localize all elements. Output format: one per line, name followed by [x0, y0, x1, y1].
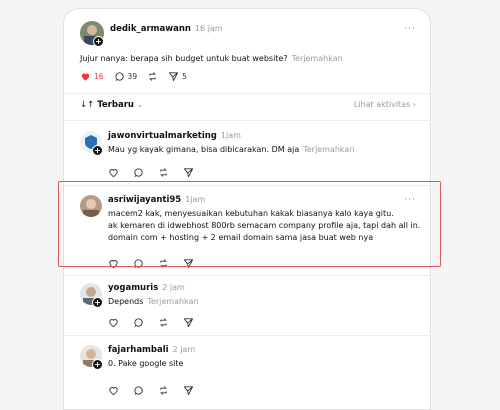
reply-text-line: domain com + hosting + 2 email domain sa… [108, 233, 374, 242]
translate-link[interactable]: Terjemahkan [303, 145, 354, 154]
reply-post: + jawonvirtualmarketing 1jam Mau yg kayak… [64, 127, 430, 187]
heart-icon[interactable] [108, 258, 119, 269]
chevron-right-icon: › [412, 100, 416, 109]
comment-icon [114, 72, 124, 81]
repost-icon[interactable] [158, 258, 169, 269]
view-activity-link[interactable]: Lihat aktivitas › [354, 100, 416, 109]
reply-text: Mau yg kayak gimana, bisa dibicarakan. D… [108, 145, 300, 154]
share-count: 5 [182, 72, 187, 81]
repost-icon[interactable] [158, 385, 169, 396]
username[interactable]: asriwijayanti95 [108, 195, 181, 205]
divider [64, 275, 430, 276]
divider [64, 335, 430, 336]
divider [64, 93, 430, 94]
comment-icon[interactable] [133, 258, 144, 269]
translate-link[interactable]: Terjemahkan [292, 54, 343, 63]
comment-icon[interactable] [133, 385, 144, 396]
username[interactable]: fajarhambali [108, 345, 169, 355]
translate-link[interactable]: Terjemahkan [147, 297, 198, 306]
comment-icon[interactable] [133, 167, 144, 178]
follow-plus-icon[interactable]: + [93, 36, 104, 47]
send-icon[interactable] [183, 167, 194, 178]
comment-button[interactable]: 39 [114, 71, 138, 82]
follow-plus-icon[interactable]: + [92, 297, 103, 308]
follow-plus-icon[interactable]: + [92, 359, 103, 370]
view-activity-label: Lihat aktivitas [353, 100, 411, 109]
chevron-down-icon: ⌄ [136, 101, 143, 109]
send-icon [169, 72, 179, 82]
username[interactable]: dedik_armawann [110, 24, 191, 34]
divider [64, 185, 430, 186]
reply-text-line: macem2 kak, menyesuaikan kebutuhan kakak… [108, 209, 394, 218]
comment-icon[interactable] [133, 317, 144, 328]
comment-count: 39 [127, 72, 138, 81]
heart-icon[interactable] [108, 385, 119, 396]
sort-dropdown[interactable]: ↓↑ Terbaru ⌄ [80, 100, 143, 110]
post-time: 2 jam [172, 345, 196, 354]
post-text: Jujur nanya: berapa sih budget untuk bua… [80, 54, 288, 63]
send-icon[interactable] [183, 385, 194, 396]
repost-icon[interactable] [158, 167, 169, 178]
username[interactable]: jawonvirtualmarketing [108, 131, 217, 141]
send-icon[interactable] [183, 317, 194, 328]
heart-icon [81, 73, 90, 81]
heart-icon[interactable] [108, 167, 119, 178]
reply-post: + yogamuris 2 jam Depends Terjemahkan [64, 279, 430, 335]
main-post: + dedik_armawann 16 jam ··· Jujur nanya: … [64, 9, 430, 99]
reply-text: 0. Pake google site [108, 359, 184, 368]
follow-plus-icon[interactable]: + [92, 145, 103, 156]
post-time: 1jam [185, 195, 206, 204]
post-time: 16 jam [194, 24, 223, 33]
reply-text: Depends [108, 297, 144, 306]
reply-text-line: ak kemaren di idwebhost 800rb semacam co… [108, 221, 421, 230]
sort-icon: ↓↑ [80, 100, 95, 110]
divider [64, 120, 430, 121]
post-time: 2 jam [162, 283, 185, 292]
like-button[interactable]: 16 [80, 71, 104, 82]
repost-button[interactable] [147, 71, 158, 82]
username[interactable]: yogamuris [108, 283, 158, 293]
sort-label: Terbaru [97, 100, 134, 110]
like-count: 16 [94, 72, 104, 81]
more-options-icon[interactable]: ··· [404, 24, 416, 34]
reply-post: + fajarhambali 2 jam 0. Pake google site [64, 339, 430, 409]
repost-icon[interactable] [158, 317, 169, 328]
repost-icon [149, 72, 156, 81]
share-button[interactable]: 5 [168, 71, 187, 82]
avatar[interactable] [80, 195, 102, 217]
thread-card: + dedik_armawann 16 jam ··· Jujur nanya: … [63, 8, 431, 410]
post-time: 1jam [220, 131, 241, 140]
reply-post: asriwijayanti95 1jam ··· macem2 kak, meny… [64, 189, 430, 275]
more-options-icon[interactable]: ··· [404, 195, 416, 205]
send-icon[interactable] [183, 258, 194, 269]
heart-icon[interactable] [108, 317, 119, 328]
